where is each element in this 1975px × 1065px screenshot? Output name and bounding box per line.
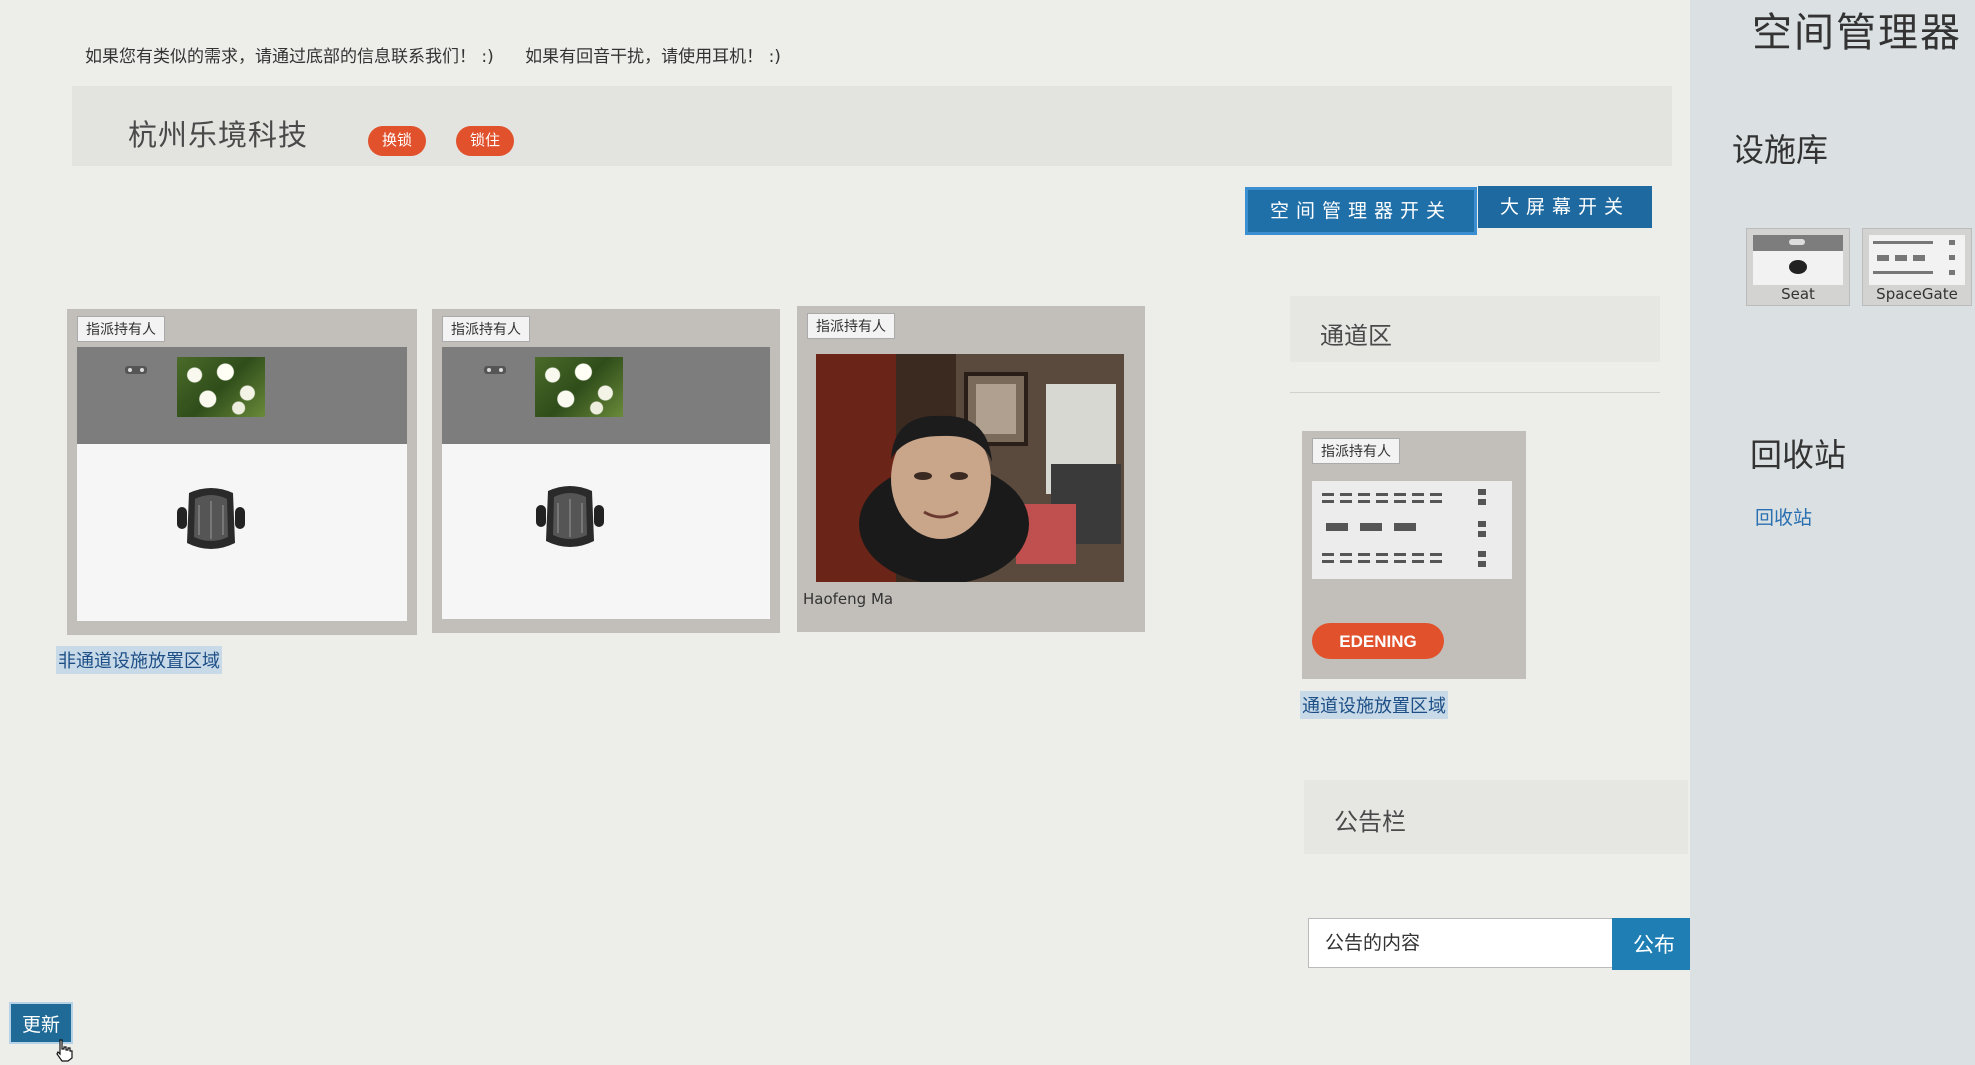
announcement-input[interactable]: [1308, 918, 1612, 968]
aisle-section-title: 通道区: [1320, 322, 1392, 350]
recycle-bin-link[interactable]: 回收站: [1755, 503, 1812, 530]
space-gate-card[interactable]: 指派持有人 EDENING: [1302, 431, 1526, 679]
phone-icon: [484, 366, 506, 374]
lock-button[interactable]: 锁住: [456, 126, 515, 156]
headphone-notice: 如果有回音干扰，请使用耳机！ :): [525, 47, 781, 67]
participant-name: Haofeng Ma: [803, 590, 894, 608]
aisle-area-link[interactable]: 通道设施放置区域: [1300, 691, 1448, 719]
space-gate-icon: [1873, 240, 1955, 275]
space-gate-layout: [1312, 481, 1512, 579]
publish-button[interactable]: 公布: [1612, 918, 1696, 970]
chair-icon: [536, 486, 604, 547]
assign-holder-tag[interactable]: 指派持有人: [442, 316, 530, 342]
library-item-space-gate[interactable]: SpaceGate: [1862, 228, 1972, 306]
space-manager-toggle-button[interactable]: 空间管理器开关: [1248, 190, 1474, 232]
company-bar: 杭州乐境科技 换锁 锁住: [72, 86, 1672, 166]
seat-card[interactable]: 指派持有人: [432, 309, 780, 633]
assign-holder-tag[interactable]: 指派持有人: [807, 313, 895, 339]
seat-thumbnail: [1753, 235, 1843, 285]
phone-icon: [125, 366, 147, 374]
announcement-title: 公告栏: [1334, 808, 1406, 836]
swap-lock-button[interactable]: 换锁: [368, 126, 427, 156]
video-seat-card[interactable]: 指派持有人 Haofeng Ma: [797, 306, 1145, 632]
announcement-section-header: 公告栏: [1304, 780, 1688, 854]
main-area: 如果您有类似的需求，请通过底部的信息联系我们！ :) 如果有回音干扰，请使用耳机…: [0, 0, 1696, 1065]
library-item-label: SpaceGate: [1876, 285, 1958, 303]
section-divider: [1290, 392, 1660, 393]
seat-icon: [1753, 235, 1843, 274]
recycle-bin-title: 回收站: [1750, 436, 1847, 474]
notice-text: 如果您有类似的需求，请通过底部的信息联系我们！ :) 如果有回音干扰，请使用耳机…: [85, 42, 807, 67]
big-screen-toggle-button[interactable]: 大屏幕开关: [1478, 186, 1652, 228]
flowers-image: [177, 357, 265, 417]
company-name: 杭州乐境科技: [128, 118, 309, 152]
webcam-person-image: [816, 354, 1124, 582]
assign-holder-tag[interactable]: 指派持有人: [77, 316, 165, 342]
facility-library-title: 设施库: [1732, 131, 1829, 169]
chair-icon: [177, 488, 245, 549]
library-item-seat[interactable]: Seat: [1746, 228, 1850, 306]
hand-cursor-icon: [56, 1039, 73, 1062]
aisle-section-header: 通道区: [1290, 296, 1660, 362]
assign-holder-tag[interactable]: 指派持有人: [1312, 438, 1400, 464]
webcam-video: [816, 354, 1124, 582]
contact-notice: 如果您有类似的需求，请通过底部的信息联系我们！ :): [85, 47, 494, 67]
seat-card[interactable]: 指派持有人: [67, 309, 417, 635]
gate-user-button[interactable]: EDENING: [1312, 623, 1444, 659]
panel-title: 空间管理器: [1752, 10, 1962, 56]
flowers-image: [535, 357, 623, 417]
non-aisle-area-link[interactable]: 非通道设施放置区域: [56, 646, 222, 674]
library-item-label: Seat: [1781, 285, 1815, 303]
gate-layout-icon: [1322, 489, 1486, 567]
space-gate-thumbnail: [1869, 235, 1965, 285]
